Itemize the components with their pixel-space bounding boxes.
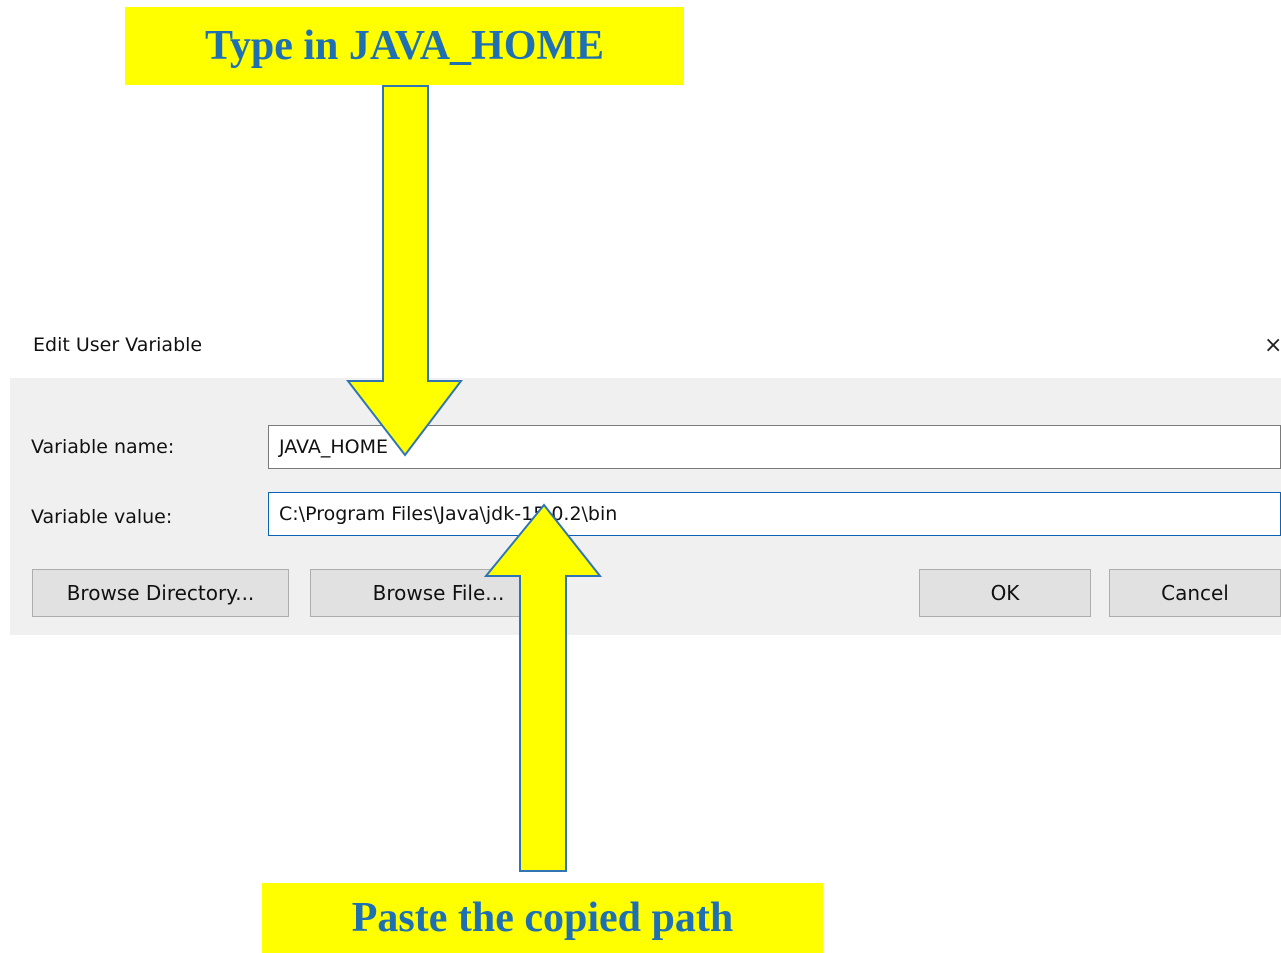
- browse-directory-button[interactable]: Browse Directory...: [32, 569, 289, 617]
- browse-directory-label: Browse Directory...: [66, 581, 255, 605]
- variable-name-field[interactable]: JAVA_HOME: [268, 425, 1281, 469]
- cancel-button[interactable]: Cancel: [1109, 569, 1281, 617]
- ok-button[interactable]: OK: [919, 569, 1091, 617]
- bottom-callout-text: Paste the copied path: [351, 895, 734, 941]
- ok-label: OK: [990, 581, 1020, 605]
- top-callout: Type in JAVA_HOME: [125, 7, 684, 85]
- browse-file-button[interactable]: Browse File...: [310, 569, 567, 617]
- bottom-callout: Paste the copied path: [262, 883, 823, 953]
- dialog-title: Edit User Variable: [33, 334, 203, 356]
- browse-file-label: Browse File...: [372, 581, 505, 605]
- variable-value-field[interactable]: C:\Program Files\Java\jdk-15.0.2\bin: [268, 492, 1281, 536]
- variable-name-label: Variable name:: [31, 436, 175, 458]
- cancel-label: Cancel: [1161, 581, 1229, 605]
- variable-value-label: Variable value:: [31, 506, 173, 528]
- close-icon[interactable]: ×: [1264, 332, 1281, 360]
- top-callout-text: Type in JAVA_HOME: [204, 23, 605, 69]
